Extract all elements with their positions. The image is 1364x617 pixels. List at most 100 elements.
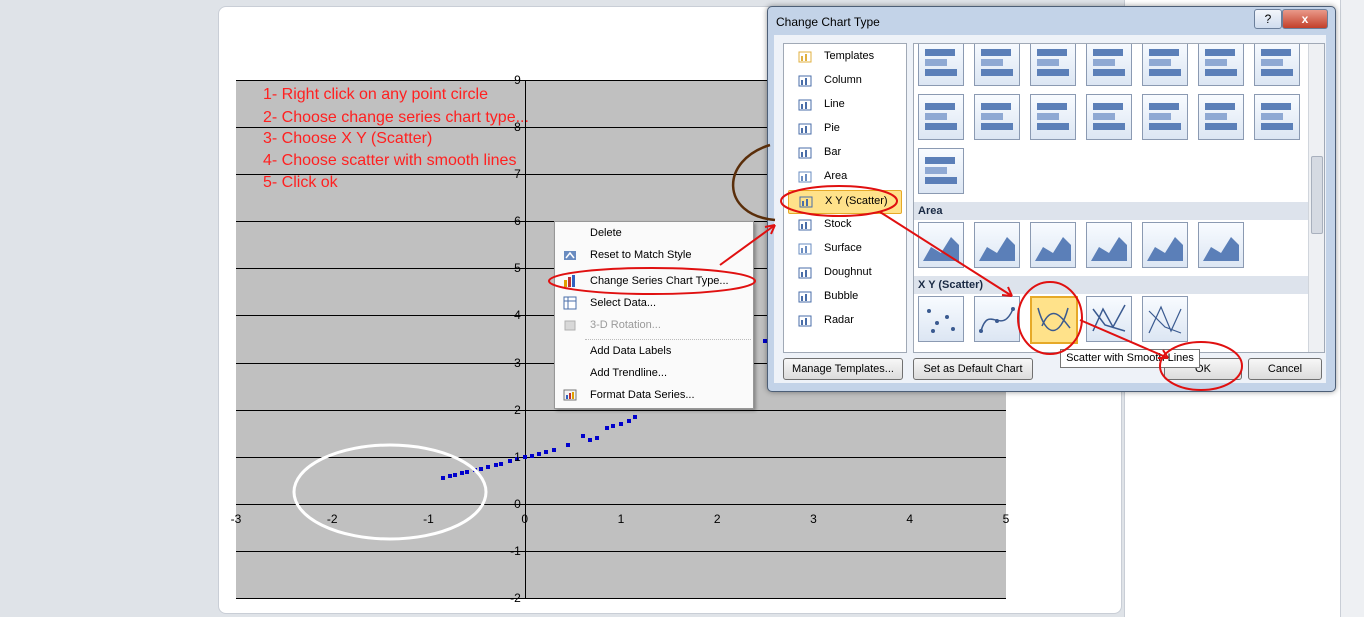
menu-item-add-data-labels[interactable]: Add Data Labels (555, 341, 753, 363)
y-tick-label: 2 (514, 402, 521, 417)
scatter-markers-thumb[interactable] (918, 296, 964, 342)
data-point[interactable] (530, 453, 535, 458)
data-point[interactable] (537, 452, 542, 457)
help-button[interactable]: ? (1254, 9, 1282, 29)
bar-subtype-thumb[interactable] (1086, 94, 1132, 140)
manage-templates-button[interactable]: Manage Templates... (783, 358, 903, 380)
data-point[interactable] (580, 433, 585, 438)
data-point[interactable] (551, 447, 556, 452)
chart-type-bubble[interactable]: Bubble (788, 286, 900, 308)
bar-subtype-thumb[interactable] (1198, 44, 1244, 86)
chart-type-bar[interactable]: Bar (788, 142, 900, 164)
data-point[interactable] (465, 469, 469, 474)
data-point[interactable] (588, 438, 593, 443)
bar-subtype-thumb[interactable] (974, 94, 1020, 140)
menu-item-change-series-chart-type[interactable]: Change Series Chart Type... (555, 271, 753, 293)
line-icon (798, 98, 812, 111)
menu-item-delete[interactable]: Delete (555, 223, 753, 245)
bar-subtype-thumb[interactable] (1142, 44, 1188, 86)
chart-type-list: Templates Column Line Pie Bar Area X Y (Scatte… (783, 43, 907, 353)
scatter-straight-lines-thumb[interactable] (1142, 296, 1188, 342)
menu-item-add-trendline[interactable]: Add Trendline... (555, 363, 753, 385)
data-point[interactable] (453, 472, 458, 477)
scatter-smooth-lines-markers-thumb[interactable] (974, 296, 1020, 342)
bar-subtype-thumb[interactable] (1030, 94, 1076, 140)
bar-subtype-thumb[interactable] (1254, 44, 1300, 86)
bar-subtype-thumb[interactable] (918, 44, 964, 86)
chart-type-doughnut[interactable]: Doughnut (788, 262, 900, 284)
chart-type-stock[interactable]: Stock (788, 214, 900, 236)
bar-subtype-thumb[interactable] (974, 44, 1020, 86)
instruction-step-3: 3- Choose X Y (Scatter) (263, 130, 433, 147)
data-point[interactable] (522, 454, 527, 459)
chart-type-radar[interactable]: Radar (788, 310, 900, 332)
area-subtype-thumb[interactable] (1142, 222, 1188, 268)
y-tick-label: 8 (514, 120, 521, 135)
chart-type-x-y-scatter[interactable]: X Y (Scatter) (788, 190, 902, 214)
menu-item-label: Format Data Series... (590, 389, 695, 401)
data-point[interactable] (626, 419, 631, 424)
menu-item-reset-style[interactable]: Reset to Match Style (555, 245, 753, 267)
chart-type-column[interactable]: Column (788, 70, 900, 92)
scatter-smooth-lines-thumb[interactable] (1030, 296, 1078, 344)
data-point[interactable] (633, 414, 638, 419)
context-menu: Delete Reset to Match Style Change Serie… (554, 221, 754, 409)
gallery-scroll-thumb[interactable] (1311, 156, 1323, 234)
templates-icon (798, 50, 812, 63)
data-point[interactable] (440, 475, 445, 480)
instruction-step-5: 5- Click ok (263, 174, 338, 191)
chart-type-label: Line (824, 98, 845, 110)
cancel-button[interactable]: Cancel (1248, 358, 1322, 380)
data-point[interactable] (479, 466, 484, 471)
chart-x-axis[interactable] (236, 504, 1006, 505)
chart-type-icon (563, 274, 577, 288)
menu-item-format-data-series[interactable]: Format Data Series... (555, 385, 753, 407)
area-subtype-thumb[interactable] (974, 222, 1020, 268)
bar-subtype-thumb[interactable] (918, 148, 964, 194)
area-subtype-thumb[interactable] (1198, 222, 1244, 268)
menu-item-select-data[interactable]: Select Data... (555, 293, 753, 315)
chart-gridline (236, 551, 1006, 552)
y-tick-label: 1 (514, 449, 521, 464)
data-point[interactable] (486, 465, 491, 470)
x-tick-label: -1 (423, 511, 434, 526)
chart-type-templates[interactable]: Templates (788, 46, 900, 68)
bar-subtype-thumb[interactable] (918, 94, 964, 140)
chart-type-area[interactable]: Area (788, 166, 900, 188)
bar-subtype-thumb[interactable] (1142, 94, 1188, 140)
column-icon (798, 74, 812, 87)
area-subtype-thumb[interactable] (1030, 222, 1076, 268)
data-point[interactable] (594, 435, 599, 440)
vertical-scrollbar[interactable] (1340, 0, 1364, 617)
menu-item-label: Reset to Match Style (590, 249, 692, 261)
data-point[interactable] (543, 450, 548, 455)
bar-subtype-thumb[interactable] (1254, 94, 1300, 140)
chart-gridline (236, 598, 1006, 599)
y-tick-label: -1 (510, 543, 521, 558)
gallery-scrollbar[interactable] (1308, 44, 1324, 352)
bar-subtype-thumb[interactable] (1030, 44, 1076, 86)
data-point[interactable] (566, 442, 571, 447)
chart-type-label: Column (824, 74, 862, 86)
data-point[interactable] (619, 421, 623, 426)
chart-type-surface[interactable]: Surface (788, 238, 900, 260)
set-default-chart-button[interactable]: Set as Default Chart (913, 358, 1033, 380)
y-tick-label: 4 (514, 308, 521, 323)
data-point[interactable] (493, 463, 498, 468)
chart-type-pie[interactable]: Pie (788, 118, 900, 140)
bar-subtype-thumb[interactable] (1086, 44, 1132, 86)
gallery-section-area: Area (914, 202, 1308, 220)
data-point[interactable] (460, 470, 465, 475)
data-point[interactable] (447, 473, 452, 478)
bar-subtype-thumb[interactable] (1198, 94, 1244, 140)
area-subtype-thumb[interactable] (918, 222, 964, 268)
section-label: Area (918, 205, 943, 217)
area-subtype-thumb[interactable] (1086, 222, 1132, 268)
data-point[interactable] (604, 426, 609, 431)
data-point[interactable] (611, 424, 616, 429)
chart-type-line[interactable]: Line (788, 94, 900, 116)
format-series-icon (563, 388, 577, 402)
data-point[interactable] (472, 467, 477, 472)
scatter-straight-lines-markers-thumb[interactable] (1086, 296, 1132, 342)
close-button[interactable]: x (1282, 9, 1328, 29)
